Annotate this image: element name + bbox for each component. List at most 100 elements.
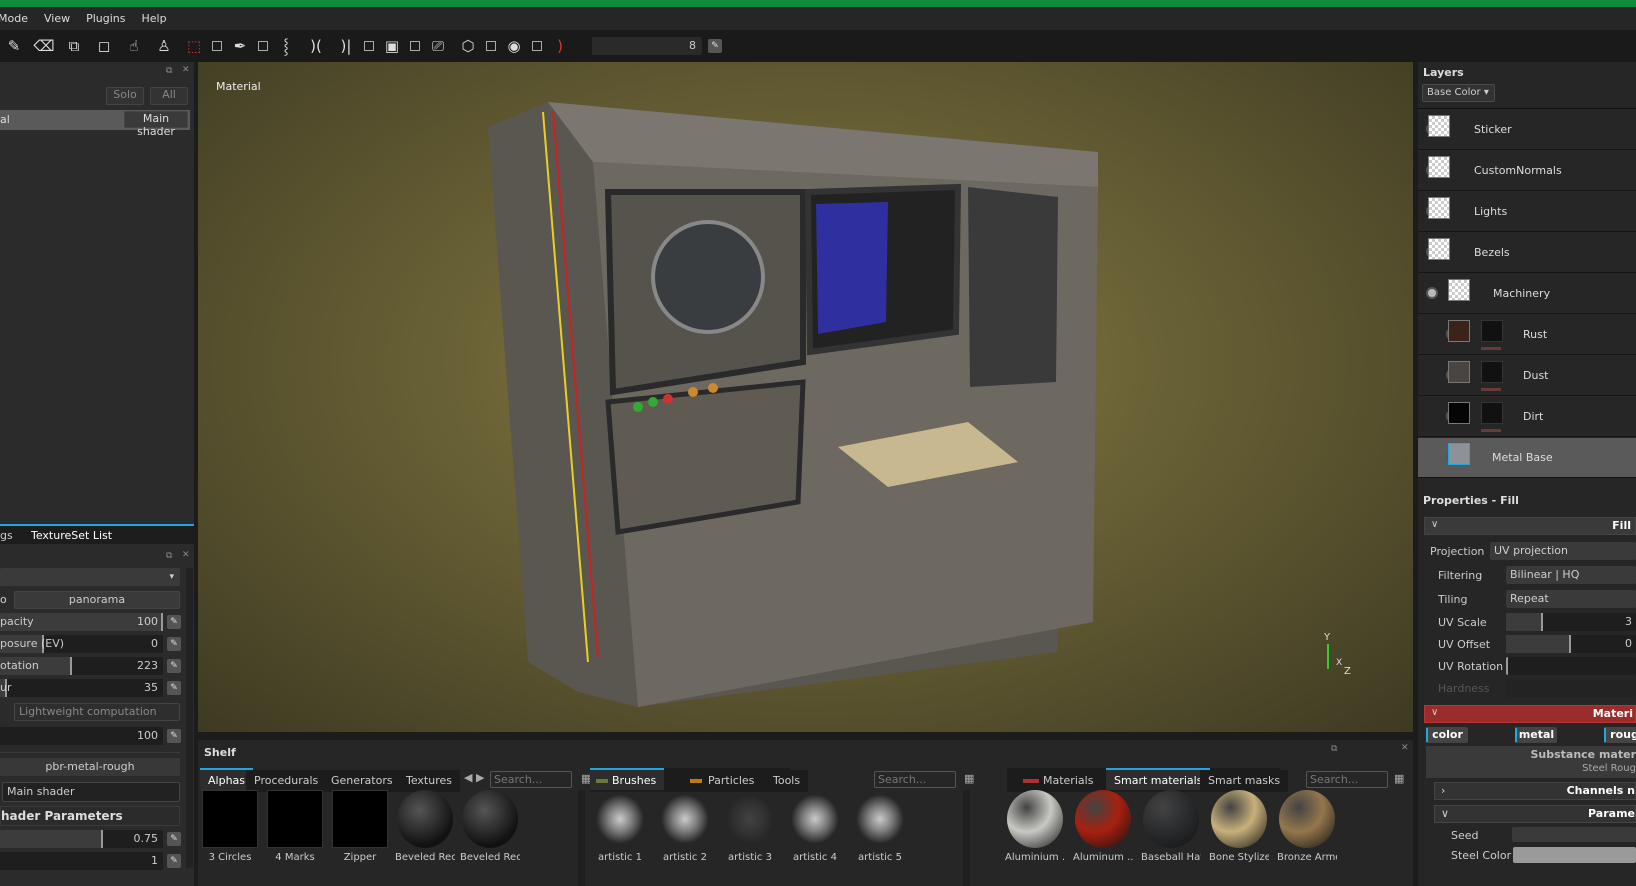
popout-icon[interactable]: ⧉	[166, 551, 172, 561]
color-channel-toggle[interactable]: color	[1426, 727, 1468, 743]
3d-viewport[interactable]: Material Y X Z	[198, 62, 1413, 732]
shader-button[interactable]: Main shader	[124, 111, 188, 138]
edit-pencil-icon[interactable]: ✎	[708, 39, 722, 53]
paint-brush-icon[interactable]: ✎	[2, 34, 26, 58]
grid-view-icon[interactable]: ▦	[964, 772, 974, 785]
computation-button[interactable]: Lightweight computation	[14, 703, 180, 721]
quality-slider[interactable]: 100 ✎	[0, 727, 181, 745]
clone-stamp-icon[interactable]: ♙	[152, 34, 176, 58]
layer-item[interactable]: 🗀Machinery	[1418, 274, 1636, 314]
popout-icon[interactable]: ⧉	[1331, 744, 1337, 754]
texture-set-row[interactable]: al Main shader	[0, 110, 190, 138]
shader-parameters-header[interactable]: hader Parameters	[0, 806, 180, 826]
shelf-item[interactable]: Zipper	[330, 790, 390, 863]
shader-type-button[interactable]: pbr-metal-rough	[0, 758, 180, 776]
tab-textures[interactable]: Textures	[398, 770, 460, 792]
filtering-dropdown[interactable]: Bilinear | HQ	[1506, 566, 1636, 584]
popout-icon[interactable]	[486, 41, 496, 51]
layer-item[interactable]: Lights	[1418, 192, 1636, 232]
parameters-section-header[interactable]: ∨ Parame	[1434, 805, 1636, 823]
popout-icon[interactable]	[364, 41, 374, 51]
edit-pencil-icon[interactable]: ✎	[167, 659, 181, 673]
shelf-item[interactable]: artistic 4	[785, 790, 845, 863]
shelf-search-input[interactable]: Search...	[874, 771, 956, 788]
camera-icon[interactable]: ⎚	[426, 34, 450, 58]
scrollbar[interactable]	[578, 790, 585, 886]
shader-param-slider[interactable]: 0.75 ✎	[0, 830, 181, 848]
edit-pencil-icon[interactable]: ✎	[167, 615, 181, 629]
tab-procedurals[interactable]: Procedurals	[246, 770, 327, 792]
shelf-item[interactable]: artistic 1	[590, 790, 650, 863]
shelf-item[interactable]: artistic 3	[720, 790, 780, 863]
popout-icon[interactable]	[212, 41, 222, 51]
layer-item[interactable]: Dirt	[1418, 397, 1636, 437]
edit-pencil-icon[interactable]: ✎	[167, 681, 181, 695]
tab-smart-masks[interactable]: Smart masks	[1200, 770, 1289, 792]
edit-pencil-icon[interactable]: ✎	[167, 637, 181, 651]
menu-mode[interactable]: Mode	[0, 12, 44, 25]
close-icon[interactable]: ✕	[1401, 743, 1409, 753]
environment-map-button[interactable]: panorama	[14, 591, 180, 609]
tiling-dropdown[interactable]: Repeat	[1506, 590, 1636, 608]
tab-brushes[interactable]: Brushes	[590, 768, 665, 790]
shelf-item[interactable]: 3 Circles	[200, 790, 260, 863]
shelf-item[interactable]: Bronze Armor	[1277, 790, 1337, 863]
menu-view[interactable]: View	[44, 12, 86, 25]
all-button[interactable]: All	[150, 87, 188, 105]
grid-view-icon[interactable]: ▦	[1394, 772, 1404, 785]
close-icon[interactable]: ✕	[182, 550, 190, 560]
popout-icon[interactable]	[410, 41, 420, 51]
mirror-icon[interactable]: )|	[334, 34, 358, 58]
solo-button[interactable]: Solo	[106, 87, 144, 105]
metal-channel-toggle[interactable]: metal	[1515, 727, 1557, 743]
display-cube-icon[interactable]: ⬡	[456, 34, 480, 58]
layer-item[interactable]: Dust	[1418, 356, 1636, 396]
shelf-search-input[interactable]: Search...	[490, 771, 572, 788]
visibility-toggle-icon[interactable]	[1426, 287, 1438, 299]
shelf-item[interactable]: Aluminum ...	[1073, 790, 1133, 863]
symmetry-icon[interactable]: ⸾	[274, 34, 298, 58]
steel-color-swatch[interactable]	[1513, 847, 1636, 863]
material-picker-icon[interactable]: ⬚	[182, 34, 206, 58]
shelf-item[interactable]: 4 Marks	[265, 790, 325, 863]
uv-scale-slider[interactable]: 3	[1506, 613, 1636, 631]
screenshot-icon[interactable]: ◉	[502, 34, 526, 58]
view-cube-icon[interactable]: ▣	[380, 34, 404, 58]
popout-icon[interactable]: ⧉	[166, 66, 172, 76]
substance-material-button[interactable]: Substance mater Steel Roug	[1426, 746, 1636, 778]
polygon-fill-icon[interactable]: ◻	[92, 34, 116, 58]
uv-rotation-slider[interactable]	[1506, 657, 1636, 675]
projection-dropdown[interactable]: UV projection	[1490, 542, 1636, 560]
scrollbar[interactable]	[963, 790, 970, 886]
layer-item[interactable]: Bezels	[1418, 233, 1636, 273]
blur-slider[interactable]: ur 35 ✎	[0, 679, 181, 697]
shelf-item[interactable]: Beveled Rec...	[460, 790, 520, 863]
menu-plugins[interactable]: Plugins	[86, 12, 141, 25]
shelf-item[interactable]: artistic 2	[655, 790, 715, 863]
exposure-slider[interactable]: posure (EV) 0 ✎	[0, 635, 181, 653]
uv-offset-slider[interactable]: 0	[1506, 635, 1636, 653]
channels-section-header[interactable]: › Channels n	[1434, 782, 1636, 800]
close-icon[interactable]: ✕	[182, 65, 190, 75]
shelf-item[interactable]: Baseball Hat...	[1141, 790, 1201, 863]
shelf-item[interactable]: Aluminium ...	[1005, 790, 1065, 863]
environment-dropdown[interactable]: ▾	[0, 568, 180, 586]
shelf-search-input[interactable]: Search...	[1306, 771, 1388, 788]
layer-item[interactable]: Rust	[1418, 315, 1636, 355]
roughness-channel-toggle[interactable]: roug	[1604, 727, 1636, 743]
color-picker-icon[interactable]: ✒	[228, 34, 252, 58]
shelf-item[interactable]: Beveled Rec...	[395, 790, 455, 863]
smudge-icon[interactable]: ☝	[122, 34, 146, 58]
edit-pencil-icon[interactable]: ✎	[167, 854, 181, 868]
popout-icon[interactable]	[532, 41, 542, 51]
shelf-item[interactable]: artistic 5	[850, 790, 910, 863]
menu-help[interactable]: Help	[142, 12, 183, 25]
shader-param-slider[interactable]: 1 ✎	[0, 852, 181, 870]
iray-icon[interactable]: )	[548, 34, 572, 58]
tab-scroll-arrows[interactable]: ◀ ▶	[464, 771, 484, 784]
tab-tools[interactable]: Tools	[765, 770, 809, 792]
seed-button[interactable]	[1512, 827, 1636, 842]
channel-dropdown[interactable]: Base Color ▾	[1422, 84, 1495, 102]
edit-pencil-icon[interactable]: ✎	[167, 729, 181, 743]
rotation-slider[interactable]: otation 223 ✎	[0, 657, 181, 675]
